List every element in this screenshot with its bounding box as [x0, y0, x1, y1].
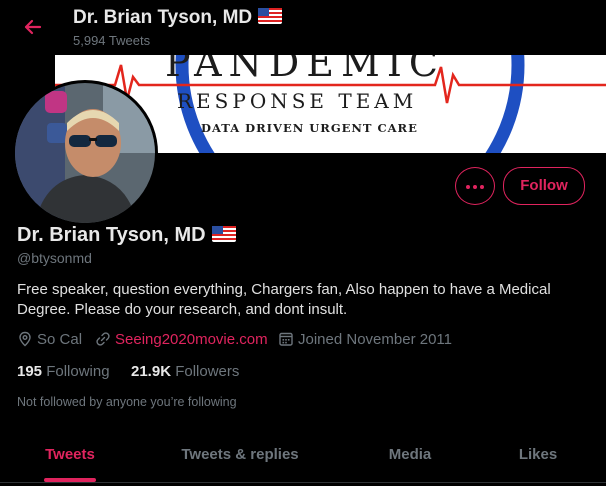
header-name: Dr. Brian Tyson, MD	[73, 7, 253, 28]
avatar[interactable]	[12, 80, 158, 226]
followers-count: 21.9K	[131, 363, 172, 380]
banner-tagline: DATA DRIVEN URGENT CARE	[201, 121, 418, 135]
calendar-icon	[279, 332, 293, 346]
following-count: 195	[17, 363, 43, 380]
followers-link[interactable]: 21.9K Followers	[131, 363, 239, 380]
location-pin-icon	[19, 331, 31, 347]
followed-by-note: Not followed by anyone you’re following	[17, 395, 237, 409]
tab-tweets-replies[interactable]: Tweets & replies	[145, 428, 335, 482]
website-link[interactable]: Seeing2020movie.com	[115, 331, 268, 348]
more-options-button[interactable]	[455, 167, 495, 205]
tab-likes[interactable]: Likes	[470, 428, 606, 482]
top-bar: Dr. Brian Tyson, MD 5,994 Tweets	[0, 0, 606, 55]
following-label: Following	[46, 363, 110, 380]
us-flag-icon	[211, 226, 236, 242]
profile-joined: Joined November 2011	[278, 331, 452, 348]
profile-bio: Free speaker, question everything, Charg…	[17, 281, 551, 318]
header-title: Dr. Brian Tyson, MD	[73, 7, 283, 29]
link-icon	[96, 332, 110, 346]
banner-subtitle: RESPONSE TEAM	[177, 89, 418, 113]
follow-button[interactable]: Follow	[503, 167, 585, 205]
tab-media[interactable]: Media	[340, 428, 480, 482]
tab-tweets[interactable]: Tweets	[0, 428, 140, 482]
location-text: So Cal	[37, 331, 83, 348]
profile-name: Dr. Brian Tyson, MD	[17, 224, 236, 247]
profile-name-text: Dr. Brian Tyson, MD	[17, 224, 206, 246]
profile-tabs: Tweets Tweets & replies Media Likes	[0, 428, 606, 482]
arrow-left-icon	[24, 19, 42, 35]
profile-location: So Cal	[17, 331, 82, 348]
profile-handle: @btysonmd	[17, 250, 92, 266]
followers-label: Followers	[175, 363, 240, 380]
following-link[interactable]: 195 Following	[17, 363, 110, 380]
joined-text: Joined November 2011	[298, 331, 452, 348]
profile-website: Seeing2020movie.com	[95, 331, 268, 348]
tabs-divider	[0, 482, 606, 483]
tweet-count: 5,994 Tweets	[73, 33, 151, 48]
back-button[interactable]	[18, 12, 48, 42]
avatar-photo	[15, 83, 155, 223]
banner-title: PANDEMIC	[165, 55, 445, 85]
us-flag-icon	[258, 8, 283, 24]
